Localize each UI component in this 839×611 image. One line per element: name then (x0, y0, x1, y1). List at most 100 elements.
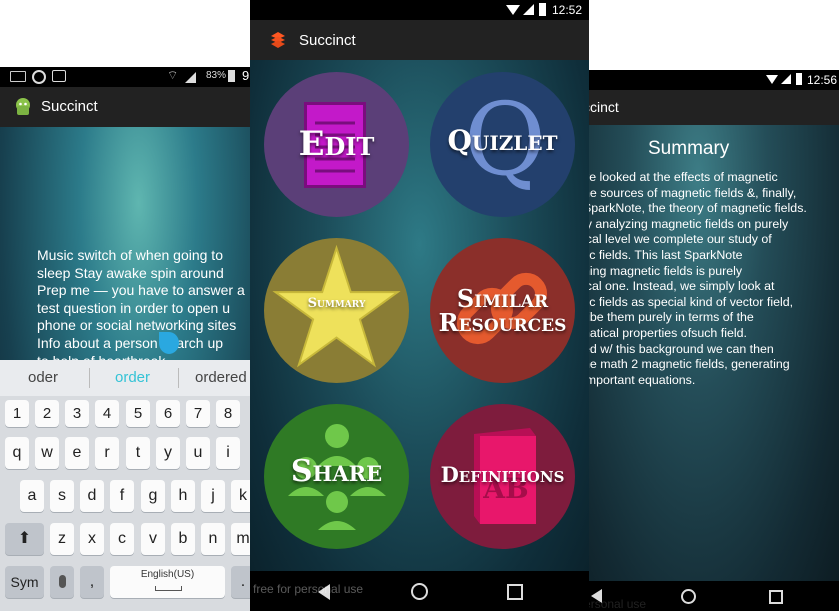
signal-icon (781, 74, 791, 84)
shift-icon: ⬆ (17, 530, 32, 547)
home-icon[interactable] (411, 583, 428, 600)
note-line: Music switch of when going to (37, 247, 223, 263)
key-5[interactable]: 5 (126, 400, 150, 427)
summary-body: ve looked at the effects of magnetic he … (583, 170, 839, 388)
divider (178, 368, 179, 388)
wifi-icon (766, 75, 778, 84)
note-line: phone or social networking sites (37, 317, 237, 334)
key-6[interactable]: 6 (156, 400, 180, 427)
key-f[interactable]: f (110, 480, 134, 512)
space-key-label: English(US) (140, 569, 195, 580)
key-n[interactable]: n (201, 523, 225, 555)
share-button[interactable]: Share (264, 404, 409, 549)
right-phone-screen: 12:56 ccinct Summary ve looked at the ef… (583, 70, 839, 611)
summary-title: Summary (648, 138, 730, 159)
similar-resources-button[interactable]: Similar Resources (430, 238, 575, 383)
summary-button[interactable]: Summary (264, 238, 409, 383)
key-i[interactable]: i (216, 437, 240, 469)
key-x[interactable]: x (80, 523, 104, 555)
photo-icon (52, 70, 66, 82)
app-title: Succinct (41, 98, 98, 115)
key-q[interactable]: q (5, 437, 29, 469)
microphone-icon (58, 575, 66, 589)
summary-line: ed w/ this background we can then (583, 341, 774, 356)
app-title: Succinct (299, 32, 356, 49)
key-2[interactable]: 2 (35, 400, 59, 427)
key-h[interactable]: h (171, 480, 195, 512)
wifi-icon (506, 5, 520, 15)
signal-icon (185, 72, 196, 83)
app-logo-icon (269, 31, 287, 49)
key-b[interactable]: b (171, 523, 195, 555)
quizlet-label: Quizlet (447, 124, 558, 157)
summary-line: ical one. Instead, we simply look at (583, 279, 775, 294)
space-key[interactable]: English(US) (110, 566, 225, 598)
edit-button[interactable]: Edit (264, 72, 409, 217)
key-r[interactable]: r (95, 437, 119, 469)
key-u[interactable]: u (186, 437, 210, 469)
quizlet-button[interactable]: Q Quizlet (430, 72, 575, 217)
summary-label: Summary (307, 296, 366, 311)
key-j[interactable]: j (201, 480, 225, 512)
sym-key[interactable]: Sym (5, 566, 44, 598)
suggestion-bar: oder order ordered (0, 360, 252, 396)
summary-line: ribe them purely in terms of the (583, 310, 754, 325)
signal-icon (523, 4, 534, 15)
key-v[interactable]: v (141, 523, 165, 555)
battery-icon (796, 73, 802, 85)
comma-key[interactable]: , (80, 566, 104, 598)
suggestion-item[interactable]: ordered (195, 369, 247, 386)
key-s[interactable]: s (50, 480, 74, 512)
note-line: Info about a person search up (37, 334, 224, 351)
key-7[interactable]: 7 (186, 400, 210, 427)
key-m[interactable]: m (231, 523, 252, 555)
key-d[interactable]: d (80, 480, 104, 512)
key-t[interactable]: t (126, 437, 150, 469)
key-a[interactable]: a (20, 480, 44, 512)
suggestion-item[interactable]: oder (28, 369, 58, 386)
key-c[interactable]: c (110, 523, 134, 555)
key-g[interactable]: g (141, 480, 165, 512)
status-bar: 12:56 (583, 70, 839, 90)
definitions-label: Definitions (440, 462, 565, 487)
space-bar-icon (155, 586, 182, 591)
wifi-icon: ⌔ (167, 68, 179, 82)
sync-icon (32, 70, 46, 84)
edit-label: Edit (298, 124, 375, 164)
summary-line: tic fields. This last SparkNote (583, 247, 743, 262)
key-y[interactable]: y (156, 437, 180, 469)
summary-line: ical level we complete our study of (583, 232, 772, 247)
recents-icon[interactable] (769, 590, 783, 604)
period-key[interactable]: . (231, 566, 252, 598)
status-bar: 12:52 (250, 0, 589, 20)
mic-key[interactable] (50, 566, 74, 598)
text-cursor-handle[interactable] (159, 332, 179, 354)
summary-line: he math 2 magnetic fields, generating (583, 357, 790, 372)
share-label: Share (290, 454, 383, 489)
key-1[interactable]: 1 (5, 400, 29, 427)
battery-icon (539, 3, 546, 16)
center-phone-screen: 12:52 Succinct Edit Q Quizlet Summary Si… (250, 0, 589, 611)
definitions-button[interactable]: AB Definitions (430, 404, 575, 549)
key-z[interactable]: z (50, 523, 74, 555)
key-w[interactable]: w (35, 437, 59, 469)
shift-key[interactable]: ⬆ (5, 523, 44, 555)
status-bar: ⌔ 83% 9 (0, 67, 252, 87)
key-4[interactable]: 4 (95, 400, 119, 427)
key-3[interactable]: 3 (65, 400, 89, 427)
battery-percent: 83% (206, 70, 227, 81)
key-k[interactable]: k (231, 480, 252, 512)
watermark: free for personal use (253, 582, 364, 596)
status-time: 12:52 (552, 3, 583, 17)
home-icon[interactable] (681, 589, 696, 604)
battery-icon (228, 70, 235, 82)
summary-line: ning magnetic fields is purely (583, 263, 743, 278)
note-line: Prep me — you have to answer a (37, 282, 245, 299)
key-e[interactable]: e (65, 437, 89, 469)
key-8[interactable]: 8 (216, 400, 240, 427)
recents-icon[interactable] (507, 584, 523, 600)
suggestion-item-primary[interactable]: order (115, 369, 150, 386)
similar-label-line2: Resources (438, 308, 567, 337)
note-text[interactable]: Music switch of when going to sleep Stay… (37, 247, 252, 370)
android-icon (13, 97, 33, 117)
